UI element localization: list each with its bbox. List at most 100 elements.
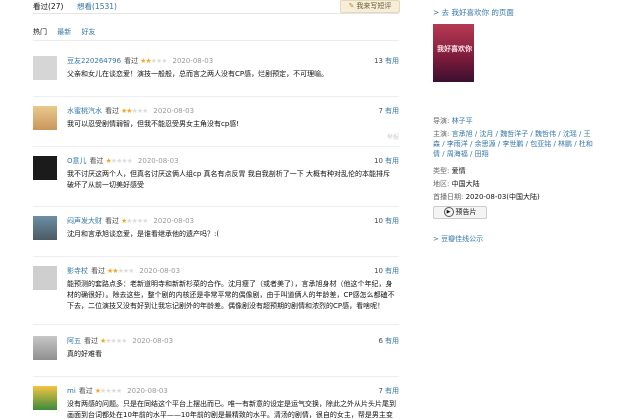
star-rating: ★★★★★	[121, 217, 148, 225]
star-rating: ★★★★★	[121, 107, 148, 115]
avatar[interactable]	[33, 386, 57, 410]
comment-user[interactable]: 阿五	[67, 337, 81, 345]
divider	[33, 256, 399, 257]
poster-caption: 我好喜欢你	[437, 45, 472, 53]
divider	[33, 40, 399, 41]
region-row: 地区: 中国大陆	[433, 179, 613, 189]
divider	[33, 146, 399, 147]
comment-user[interactable]: 闷声发大财	[67, 217, 102, 225]
comment-date: 2020-08-03	[153, 217, 195, 225]
divider	[33, 324, 399, 325]
comment-user[interactable]: 影寺杖	[67, 267, 88, 275]
useful-label: 有用	[385, 337, 399, 345]
release-label: 首播日期:	[433, 193, 464, 201]
genre-value: 爱情	[451, 167, 466, 175]
comment-user[interactable]: 豆友220264796	[67, 57, 121, 65]
tab-seen[interactable]: 看过(27)	[33, 1, 63, 12]
genre-row: 类型: 爱情	[433, 166, 613, 176]
release-value: 2020-08-03(中国大陆)	[465, 193, 540, 201]
useful-vote[interactable]: 10 有用	[374, 216, 399, 226]
comment-date: 2020-08-03	[127, 387, 168, 395]
comment-user[interactable]: mi	[67, 387, 76, 395]
tab-want[interactable]: 想看(1531)	[77, 1, 117, 12]
douban-notice-link[interactable]: > 豆瓣佳线公示	[433, 234, 483, 244]
comment-item: 影寺杖 看过 ★★★★★ 2020-08-03 10 有用 能预测的套路点多：老新道明寺…	[33, 266, 399, 316]
report-link[interactable]: 举报	[387, 132, 399, 141]
comment-meta: 阿五 看过 ★★★★★ 2020-08-03	[67, 336, 173, 346]
pen-icon: ✎	[348, 2, 355, 10]
comment-text: 能预测的套路点多：老新道明寺和新新杉菜的合作。沈月瘦了（或者美了），言承旭身材（…	[67, 280, 395, 310]
cast-value[interactable]: 言承旭 / 沈月 / 魏哲洋子 / 魏哲伟 / 沈瑶 / 王森 / 李雨洋 / …	[433, 130, 593, 158]
comment-date: 2020-08-03	[153, 107, 195, 115]
director-value[interactable]: 林子平	[452, 117, 473, 125]
comment-status: 看过	[124, 57, 139, 65]
comment-meta: 闷声发大财 看过 ★★★★★ 2020-08-03	[67, 216, 194, 226]
avatar[interactable]	[33, 216, 57, 240]
filter-friends[interactable]: 好友	[81, 28, 95, 36]
comment-meta: mi 看过 ★★★★★ 2020-08-03	[67, 386, 168, 396]
comment-meta: 影寺杖 看过 ★★★★★ 2020-08-03	[67, 266, 180, 276]
comment-user[interactable]: 水蜜桃汽水	[67, 107, 102, 115]
back-to-movie-link[interactable]: > 去 我好喜欢你 的页面	[433, 7, 514, 18]
region-label: 地区:	[433, 180, 450, 188]
filter-hot[interactable]: 热门	[33, 28, 47, 36]
comment-date: 2020-08-03	[137, 157, 179, 165]
star-rating: ★★★★★	[107, 267, 134, 275]
useful-label: 有用	[385, 57, 399, 65]
comment-user[interactable]: O意儿	[67, 157, 87, 165]
genre-label: 类型:	[433, 167, 450, 175]
useful-vote[interactable]: 6 有用	[379, 336, 399, 346]
movie-poster[interactable]: 我好喜欢你	[433, 24, 474, 82]
comment-date: 2020-08-03	[172, 57, 214, 65]
useful-vote[interactable]: 7 有用	[379, 106, 399, 116]
comment-item: O意儿 看过 ★★★★★ 2020-08-03 10 有用 我不讨厌这两个人，但真名讨厌…	[33, 156, 399, 192]
useful-label: 有用	[385, 387, 399, 395]
useful-label: 有用	[385, 107, 399, 115]
write-comment-button[interactable]: ✎ 我来写短评	[340, 0, 400, 13]
star-rating: ★★★★★	[140, 57, 167, 65]
region-value: 中国大陆	[451, 180, 480, 188]
useful-label: 有用	[385, 217, 399, 225]
useful-vote[interactable]: 10 有用	[374, 266, 399, 276]
useful-vote[interactable]: 13 有用	[374, 56, 399, 66]
avatar[interactable]	[33, 106, 57, 130]
divider	[33, 206, 399, 207]
useful-vote[interactable]: 10 有用	[374, 156, 399, 166]
trailer-button[interactable]: ▶ 预告片	[433, 206, 487, 219]
useful-count: 7	[378, 107, 383, 115]
avatar[interactable]	[33, 336, 57, 360]
comment-text: 我可以忍受剧情弱智，但我不能忍受男女主角没有cp感!	[67, 120, 240, 128]
avatar[interactable]	[33, 266, 57, 290]
divider	[33, 376, 399, 377]
play-icon: ▶	[443, 207, 454, 217]
comment-status: 看过	[105, 107, 119, 115]
useful-count: 13	[374, 57, 383, 65]
director-row: 导演: 林子平	[433, 116, 613, 126]
comment-meta: 豆友220264796 看过 ★★★★★ 2020-08-03	[67, 56, 213, 66]
avatar[interactable]	[33, 156, 57, 180]
star-rating: ★★★★★	[94, 387, 122, 395]
comment-text: 父亲和女儿在谈恋爱！演技一般般，总而言之两人没有CP感，烂剧预定，不可理喻。	[67, 70, 329, 78]
useful-count: 10	[374, 267, 383, 275]
comment-meta: O意儿 看过 ★★★★★ 2020-08-03	[67, 156, 179, 166]
useful-vote[interactable]: 7 有用	[379, 386, 399, 396]
comment-item: 豆友220264796 看过 ★★★★★ 2020-08-03 13 有用 父亲和女儿在…	[33, 56, 399, 92]
star-rating: ★★★★★	[100, 337, 127, 345]
comment-text: 真的好难看	[67, 350, 102, 358]
useful-count: 10	[374, 217, 383, 225]
useful-count: 7	[378, 387, 383, 395]
comment-status: 看过	[84, 337, 98, 345]
comment-status: 看过	[89, 157, 104, 165]
comment-item: mi 看过 ★★★★★ 2020-08-03 7 有用 没有两感的问题。只是在同结这个平…	[33, 386, 399, 419]
comment-text: 我不讨厌这两个人，但真名讨厌这俩人组cp 真名有点反胃 我自我剖析了一下 大概有…	[67, 170, 390, 189]
filter-latest[interactable]: 最新	[57, 28, 71, 36]
comment-status: 看过	[78, 387, 93, 395]
cast-row: 主演: 言承旭 / 沈月 / 魏哲洋子 / 魏哲伟 / 沈瑶 / 王森 / 李雨…	[433, 129, 593, 159]
comment-meta: 水蜜桃汽水 看过 ★★★★★ 2020-08-03	[67, 106, 194, 116]
star-rating: ★★★★★	[105, 157, 133, 165]
director-label: 导演:	[433, 117, 450, 125]
comment-item: 闷声发大财 看过 ★★★★★ 2020-08-03 10 有用 沈月和言承旭谈恋爱，是谁…	[33, 216, 399, 246]
comment-text: 没有两感的问题。只是在同结这个平台上摆出而已。唯一有新意的设定是运气交换，除此之…	[67, 400, 396, 419]
cast-label: 主演:	[433, 130, 450, 138]
avatar[interactable]	[33, 56, 57, 80]
